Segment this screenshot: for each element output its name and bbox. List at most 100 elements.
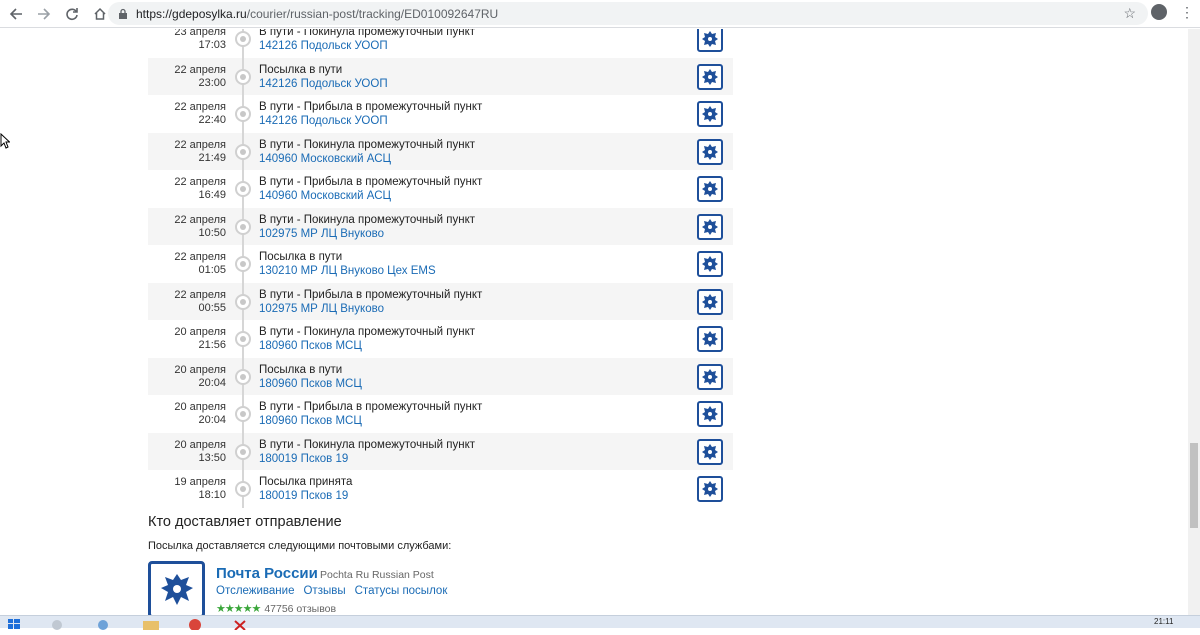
event-place-link[interactable]: 130210 МР ЛЦ Внуково Цех EMS (259, 265, 436, 278)
russian-post-emblem-icon (697, 138, 723, 165)
reload-icon[interactable] (60, 2, 84, 26)
event-status: Посылка в пути (259, 63, 343, 76)
timeline-dot-icon (235, 331, 251, 347)
carrier-section-title: Кто доставляет отправление (148, 514, 342, 530)
event-status: В пути - Покинула промежуточный пункт (259, 438, 476, 451)
event-date: 22 апреля 23:00 (174, 63, 226, 89)
event-date: 22 апреля 16:49 (174, 176, 226, 201)
timeline-dot-icon (235, 181, 251, 197)
back-icon[interactable] (4, 2, 28, 26)
taskbar-clock[interactable]: 21:11 (1154, 617, 1173, 626)
browser-icon[interactable] (188, 617, 202, 631)
tracking-link[interactable]: Отслеживание (216, 585, 294, 597)
event-status: В пути - Прибыла в промежуточный пункт (259, 401, 483, 413)
event-place-link[interactable]: 180019 Псков 19 (259, 490, 348, 503)
account-icon[interactable] (1151, 4, 1167, 20)
tracking-event-row: 19 апреля 18:10 Посылка принята 180019 Пско… (148, 470, 733, 508)
event-place-link[interactable]: 142126 Подольск УООП (259, 115, 388, 128)
timeline-dot-icon (235, 218, 251, 235)
russian-post-emblem-icon (697, 213, 723, 240)
russian-post-emblem-icon (697, 63, 723, 90)
event-date: 19 апреля 18:10 (174, 476, 226, 501)
timeline-dot-icon (235, 481, 251, 497)
tracking-event-row: 20 апреля 20:04 Посылка в пути 180960 Псков… (148, 357, 733, 395)
timeline-dot-icon (235, 256, 251, 272)
menu-icon[interactable]: ⋮ (1180, 4, 1194, 20)
url-host: https://gdeposylka.ru (136, 6, 247, 21)
event-place-link[interactable]: 102975 МР ЛЦ Внуково (259, 228, 384, 241)
event-status: Посылка в пути (259, 363, 343, 376)
star-icon[interactable]: ☆ (1123, 5, 1136, 22)
event-status: В пути - Прибыла в промежуточный пункт (259, 176, 483, 188)
event-date: 22 апреля 00:55 (174, 288, 226, 314)
tracking-event-row: 20 апреля 20:04 В пути - Прибыла в промежу… (148, 395, 733, 433)
task-view-icon[interactable] (96, 617, 110, 630)
tracking-event-row: 22 апреля 23:00 Посылка в пути 142126 Подол… (148, 57, 733, 95)
lock-icon[interactable] (118, 8, 128, 20)
event-place-link[interactable]: 180960 Псков МСЦ (259, 378, 362, 391)
tracking-event-row: 22 апреля 21:49 В пути - Покинула промежут… (148, 132, 733, 170)
event-date: 20 апреля 13:50 (174, 438, 226, 464)
carrier-rating: ★★★★★ 47756 отзывов (216, 602, 336, 616)
russian-post-emblem-icon (697, 363, 723, 390)
russian-post-emblem-icon (697, 438, 723, 465)
tracking-event-row: 23 апреля 17:03 В пути - Покинула промежут… (148, 29, 733, 58)
event-status: В пути - Покинула промежуточный пункт (259, 138, 476, 151)
event-status: В пути - Покинула промежуточный пункт (259, 213, 476, 226)
event-place-link[interactable]: 102975 МР ЛЦ Внуково (259, 303, 384, 316)
reviews-link[interactable]: Отзывы (303, 585, 345, 597)
event-date: 23 апреля 17:03 (174, 29, 226, 51)
russian-post-emblem-icon (697, 288, 723, 315)
timeline-dot-icon (235, 68, 251, 85)
event-status: Посылка в пути (259, 251, 343, 263)
browser-toolbar: https://gdeposylka.ru /courier/russian-p… (0, 0, 1200, 28)
tracking-event-row: 20 апреля 21:56 В пути - Покинула промежут… (148, 320, 733, 358)
russian-post-logo[interactable] (148, 561, 205, 615)
russian-post-emblem-icon (697, 401, 723, 427)
event-date: 20 апреля 20:04 (174, 363, 226, 389)
carrier-alt-name: Pochta Ru Russian Post (320, 569, 434, 581)
event-place-link[interactable]: 142126 Подольск УООП (259, 40, 388, 53)
timeline-dot-icon (235, 31, 251, 47)
event-date: 22 апреля 10:50 (174, 213, 226, 239)
vertical-scrollbar[interactable] (1188, 29, 1200, 615)
timeline-dot-icon (235, 443, 251, 460)
russian-post-emblem-icon (697, 326, 723, 352)
event-place-link[interactable]: 180960 Псков МСЦ (259, 340, 362, 353)
forward-icon[interactable] (32, 2, 56, 26)
russian-post-emblem-icon (697, 101, 723, 127)
carrier-links: Отслеживание Отзывы Статусы посылок (216, 585, 447, 597)
tracking-timeline: 23 апреля 17:03 В пути - Покинула промежут… (148, 29, 733, 508)
event-date: 22 апреля 21:49 (174, 138, 226, 164)
timeline-dot-icon (235, 143, 251, 160)
russian-post-emblem-icon (697, 251, 723, 277)
search-icon[interactable] (50, 617, 64, 630)
event-status: В пути - Покинула промежуточный пункт (259, 326, 476, 338)
tracking-event-row: 22 апреля 01:05 Посылка в пути 130210 МР ЛЦ… (148, 245, 733, 283)
tracking-event-row: 22 апреля 16:49 В пути - Прибыла в промежу… (148, 170, 733, 208)
timeline-dot-icon (235, 368, 251, 385)
timeline-dot-icon (235, 406, 251, 422)
os-taskbar: 21:11 (0, 615, 1200, 631)
event-status: В пути - Прибыла в промежуточный пункт (259, 288, 483, 301)
address-bar[interactable]: https://gdeposylka.ru /courier/russian-p… (108, 2, 1148, 25)
close-app-icon[interactable] (232, 617, 248, 631)
windows-start-icon[interactable] (8, 617, 20, 629)
event-place-link[interactable]: 140960 Московский АСЦ (259, 190, 391, 203)
file-explorer-icon[interactable] (142, 617, 160, 630)
event-place-link[interactable]: 140960 Московский АСЦ (259, 153, 391, 166)
tracking-event-row: 22 апреля 00:55 В пути - Прибыла в промежу… (148, 282, 733, 320)
statuses-link[interactable]: Статусы посылок (355, 585, 448, 597)
event-place-link[interactable]: 180019 Псков 19 (259, 453, 348, 466)
event-place-link[interactable]: 142126 Подольск УООП (259, 78, 388, 91)
event-status: Посылка принята (259, 476, 353, 488)
russian-post-emblem-icon (697, 476, 723, 502)
event-place-link[interactable]: 180960 Псков МСЦ (259, 415, 362, 428)
scrollbar-thumb[interactable] (1190, 443, 1198, 528)
carrier-name[interactable]: Почта России (216, 565, 318, 582)
carrier-section-subtitle: Посылка доставляется следующими почтовым… (148, 540, 452, 552)
tracking-event-row: 20 апреля 13:50 В пути - Покинула промежут… (148, 432, 733, 470)
timeline-dot-icon (235, 106, 251, 122)
reviews-count[interactable]: 47756 отзывов (264, 603, 336, 615)
rating-stars-icon: ★★★★★ (216, 603, 261, 615)
